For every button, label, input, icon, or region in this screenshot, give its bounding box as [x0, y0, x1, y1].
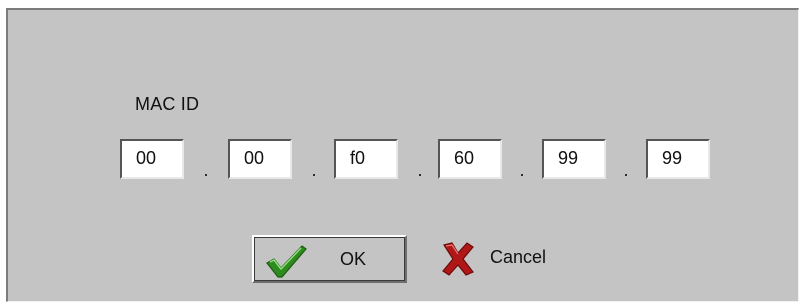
ok-button-label: OK: [340, 249, 367, 269]
x-icon: [442, 242, 474, 276]
mac-octet-4-field[interactable]: 60: [438, 139, 502, 179]
mac-id-label: MAC ID: [135, 94, 200, 114]
ok-button[interactable]: OK: [252, 235, 407, 283]
mac-octet-2-field[interactable]: 00: [228, 139, 292, 179]
mac-octet-3-field[interactable]: f0: [334, 139, 398, 179]
mac-octet-6-field[interactable]: 99: [646, 139, 710, 179]
cancel-button[interactable]: Cancel: [434, 235, 584, 283]
cancel-button-label: Cancel: [490, 247, 547, 267]
octet-separator: .: [623, 160, 629, 180]
octet-separator: .: [203, 160, 209, 180]
octet-separator: .: [519, 160, 525, 180]
mac-octet-5-field[interactable]: 99: [542, 139, 606, 179]
octet-separator: .: [311, 160, 317, 180]
octet-separator: .: [417, 160, 423, 180]
mac-octet-1-field[interactable]: 00: [120, 139, 184, 179]
checkmark-icon: [266, 245, 307, 278]
mac-id-dialog: MAC ID 00 . 00 . f0 . 60 . 99 . 99 OK Ca…: [6, 8, 799, 302]
